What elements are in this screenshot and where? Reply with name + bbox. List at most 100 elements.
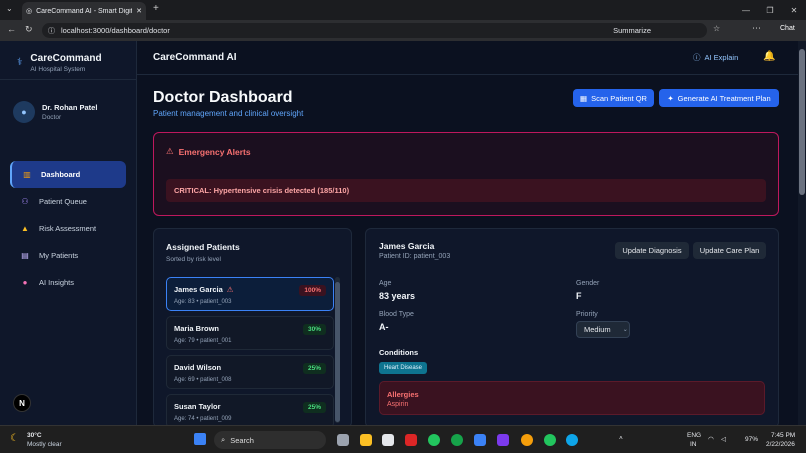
blood-type-value: A-	[379, 322, 389, 332]
scrollbar-thumb[interactable]	[335, 282, 340, 422]
url-field[interactable]: ⓘ localhost:3000/dashboard/doctor Summar…	[42, 23, 707, 38]
weather-desc[interactable]: Mostly clear	[27, 441, 62, 448]
tab-close-icon[interactable]: ✕	[136, 7, 142, 15]
page-scrollbar[interactable]	[798, 41, 806, 425]
summarize-button[interactable]: Summarize	[613, 26, 651, 35]
more-icon[interactable]: ⋯	[752, 23, 761, 34]
assigned-title: Assigned Patients	[166, 242, 240, 252]
app-purple-icon[interactable]	[497, 434, 509, 446]
edge-icon[interactable]	[566, 434, 578, 446]
allergies-label: Allergies	[387, 390, 419, 399]
sidebar-item-risk-assessment[interactable]: ▲ Risk Assessment	[10, 215, 126, 242]
page-title: Doctor Dashboard	[153, 89, 293, 106]
app-l-icon[interactable]	[405, 434, 417, 446]
sidebar-item-dashboard[interactable]: ▥ Dashboard	[10, 161, 126, 188]
app-root: ⚕ CareCommand AI Hospital System ● Dr. R…	[0, 41, 806, 425]
browser-chrome: ⌄ ◎ CareCommand AI - Smart Digital H ✕ +…	[0, 0, 806, 41]
task-view-icon[interactable]	[337, 434, 349, 446]
patients-scrollbar[interactable]	[335, 277, 340, 423]
patient-name-row: James Garcia ⚠	[174, 285, 234, 294]
windows-start-icon[interactable]	[194, 433, 206, 445]
spotify-icon[interactable]	[544, 434, 556, 446]
patient-name: David Wilson	[174, 363, 222, 372]
sidebar-nav: ▥ Dashboard ⚇ Patient Queue ▲ Risk Asses…	[0, 161, 136, 296]
patient-name: Maria Brown	[174, 324, 220, 333]
lang-primary[interactable]: ENG	[687, 432, 701, 439]
update-care-plan-button[interactable]: Update Care Plan	[693, 242, 766, 259]
blood-type-label: Blood Type	[379, 311, 414, 318]
patient-card[interactable]: James Garcia ⚠ Age: 83 • patient_003 100%	[166, 277, 334, 311]
chat-button[interactable]: Chat	[780, 25, 795, 32]
patient-card[interactable]: Maria Brown Age: 79 • patient_001 30%	[166, 316, 334, 350]
sidebar-item-patient-queue[interactable]: ⚇ Patient Queue	[10, 188, 126, 215]
sidebar-item-my-patients[interactable]: ▤ My Patients	[10, 242, 126, 269]
taskbar-search[interactable]: ⌕ Search	[214, 431, 326, 449]
file-explorer-icon[interactable]	[360, 434, 372, 446]
scan-patient-qr-button[interactable]: ▦ Scan Patient QR	[573, 89, 654, 107]
risk-badge: 25%	[302, 402, 326, 413]
patient-meta: Age: 69 • patient_008	[174, 377, 232, 383]
brand-subtitle: AI Hospital System	[30, 65, 86, 73]
patient-card[interactable]: Susan Taylor Age: 74 • patient_009 25%	[166, 394, 334, 425]
alerts-header: ⚠ Emergency Alerts	[166, 146, 251, 157]
battery-percent[interactable]: 97%	[745, 436, 758, 443]
bell-icon[interactable]: 🔔	[763, 51, 775, 62]
whatsapp-icon[interactable]	[451, 434, 463, 446]
clock-date[interactable]: 2/22/2026	[766, 441, 795, 448]
patient-card[interactable]: David Wilson Age: 69 • patient_008 25%	[166, 355, 334, 389]
generate-button-label: Generate AI Treatment Plan	[677, 93, 771, 103]
wifi-icon[interactable]: ◠	[708, 435, 714, 443]
update-diagnosis-button[interactable]: Update Diagnosis	[615, 242, 689, 259]
page-scrollbar-thumb[interactable]	[799, 49, 805, 195]
new-tab-icon[interactable]: +	[153, 3, 159, 14]
search-label: Search	[230, 435, 254, 445]
vscode-icon[interactable]	[474, 434, 486, 446]
tray-chevron-icon[interactable]: ˄	[619, 435, 623, 442]
reload-icon[interactable]: ↻	[25, 24, 33, 35]
risk-badge: 30%	[302, 324, 326, 335]
address-bar-row: ← ↻ ⓘ localhost:3000/dashboard/doctor Su…	[0, 20, 806, 41]
scan-button-label: Scan Patient QR	[591, 93, 647, 103]
generate-treatment-plan-button[interactable]: ✦ Generate AI Treatment Plan	[659, 89, 779, 107]
patient-meta: Age: 74 • patient_009	[174, 416, 232, 422]
clock-time[interactable]: 7:45 PM	[771, 432, 795, 439]
close-window-icon[interactable]: ✕	[782, 0, 806, 20]
app-title: CareCommand AI	[153, 52, 237, 63]
info-icon: ⓘ	[48, 27, 55, 35]
minimize-icon[interactable]: —	[734, 0, 758, 20]
windows-taskbar: ☾ 30°C Mostly clear ⌕ Search ˄ ENG IN ◠ …	[0, 425, 806, 453]
dev-badge[interactable]: N	[13, 394, 31, 412]
sidebar-item-label: My Patients	[39, 251, 79, 260]
gender-value: F	[576, 291, 582, 301]
gender-label: Gender	[576, 280, 600, 287]
patient-meta: Age: 83 • patient_003	[174, 299, 232, 305]
volume-icon[interactable]: ◁	[721, 435, 726, 443]
sidebar-item-ai-insights[interactable]: ● AI Insights	[10, 269, 126, 296]
window-controls: — ❐ ✕	[734, 0, 806, 20]
tab-menu-icon[interactable]: ⌄	[6, 4, 13, 13]
globe-icon: ◎	[26, 8, 33, 15]
priority-select[interactable]: Medium ⌄	[576, 321, 630, 338]
priority-label: Priority	[576, 311, 598, 318]
store-icon[interactable]	[382, 434, 394, 446]
alert-item[interactable]: CRITICAL: Hypertensive crisis detected (…	[166, 179, 766, 202]
tab-title: CareCommand AI - Smart Digital H	[36, 7, 133, 15]
chrome-profile-icon[interactable]	[521, 434, 533, 446]
brand: ⚕ CareCommand AI Hospital System	[0, 41, 136, 75]
clipboard-icon: ▤	[21, 251, 29, 260]
lang-secondary[interactable]: IN	[690, 441, 697, 448]
ai-explain-button[interactable]: ⓘ AI Explain	[693, 52, 738, 63]
chart-icon: ▥	[23, 170, 31, 179]
maximize-icon[interactable]: ❐	[758, 0, 782, 20]
weather-icon: ☾	[10, 433, 19, 444]
browser-tab[interactable]: ◎ CareCommand AI - Smart Digital H ✕	[22, 2, 146, 20]
favorites-icon[interactable]: ☆	[713, 24, 720, 33]
chrome-icon[interactable]	[428, 434, 440, 446]
assigned-subtitle: Sorted by risk level	[166, 256, 221, 263]
weather-temp[interactable]: 30°C	[27, 432, 42, 439]
age-label: Age	[379, 280, 392, 287]
sparkle-icon: ✦	[667, 93, 674, 103]
warning-icon: ▲	[21, 224, 29, 233]
brand-title: CareCommand	[30, 52, 102, 64]
back-icon[interactable]: ←	[7, 24, 16, 34]
